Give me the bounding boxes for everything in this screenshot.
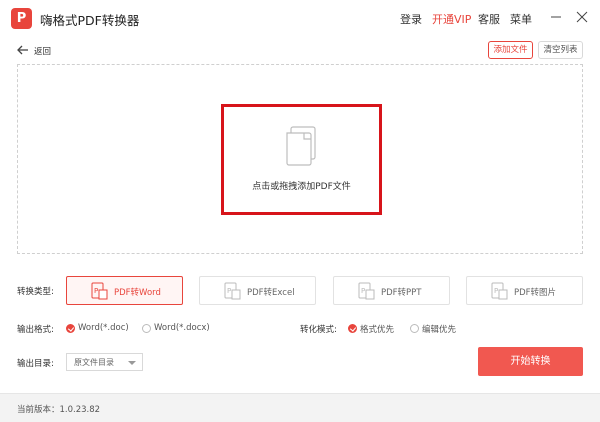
type-pdf-to-ppt[interactable]: P PDF转PPT — [333, 276, 450, 305]
pdf-to-ppt-icon: P — [358, 282, 375, 300]
svg-text:P: P — [494, 287, 498, 295]
type-pdf-to-excel[interactable]: P PDF转Excel — [199, 276, 316, 305]
customer-service-link[interactable]: 客服 — [478, 11, 500, 27]
conversion-type-label: 转换类型: — [17, 287, 54, 297]
status-bar: 当前版本：1.0.23.82 — [0, 393, 600, 422]
radio-unchecked-icon — [410, 324, 419, 333]
title-bar: P 嗨格式PDF转换器 登录 开通VIP 客服 菜单 — [0, 0, 600, 37]
menu-link[interactable]: 菜单 — [510, 11, 532, 27]
format-docx-radio[interactable]: Word(*.docx) — [142, 323, 222, 335]
dropzone-label: 点击或拖拽添加PDF文件 — [252, 182, 351, 192]
start-convert-button[interactable]: 开始转换 — [478, 347, 583, 376]
svg-text:P: P — [227, 287, 231, 295]
type-pdf-to-image[interactable]: P PDF转图片 — [466, 276, 583, 305]
arrow-left-icon — [17, 45, 28, 55]
back-label: 返回 — [34, 47, 52, 57]
pdf-to-excel-icon: P — [224, 282, 241, 300]
output-dir-select[interactable]: 原文件目录 — [66, 353, 143, 371]
pdf-to-image-icon: P — [491, 282, 508, 300]
chevron-down-icon — [128, 361, 136, 365]
login-link[interactable]: 登录 — [400, 11, 422, 27]
svg-text:P: P — [94, 287, 98, 295]
type-label: PDF转Excel — [247, 288, 295, 298]
svg-text:P: P — [361, 287, 365, 295]
mode-edit-first-radio[interactable]: 编辑优先 — [410, 323, 465, 335]
output-dir-label: 输出目录: — [17, 359, 54, 369]
app-logo: P — [11, 8, 32, 29]
radio-label: 格式优先 — [360, 325, 395, 335]
clear-list-button[interactable]: 清空列表 — [538, 41, 583, 59]
mode-format-first-radio[interactable]: 格式优先 — [348, 323, 403, 335]
type-label: PDF转Word — [114, 288, 161, 298]
radio-unchecked-icon — [142, 324, 151, 333]
pdf-to-word-icon: P — [91, 282, 108, 300]
app-title: 嗨格式PDF转换器 — [40, 13, 140, 28]
output-format-label: 输出格式: — [17, 325, 54, 335]
radio-checked-icon — [348, 324, 357, 333]
radio-label: 编辑优先 — [422, 325, 457, 335]
document-stack-icon — [286, 126, 316, 166]
close-icon[interactable] — [573, 8, 591, 26]
radio-label: Word(*.docx) — [154, 323, 210, 333]
radio-label: Word(*.doc) — [78, 323, 129, 333]
type-label: PDF转图片 — [514, 288, 557, 298]
type-pdf-to-word[interactable]: P PDF转Word — [66, 276, 183, 305]
radio-checked-icon — [66, 324, 75, 333]
app-window: P 嗨格式PDF转换器 登录 开通VIP 客服 菜单 返回 添加文件 清空列表 … — [0, 0, 600, 422]
format-doc-radio[interactable]: Word(*.doc) — [66, 323, 136, 335]
vip-link[interactable]: 开通VIP — [432, 11, 471, 27]
version-text: 当前版本：1.0.23.82 — [17, 405, 101, 415]
minimize-icon[interactable] — [547, 8, 565, 26]
add-file-button[interactable]: 添加文件 — [488, 41, 533, 59]
add-pdf-dropzone[interactable]: 点击或拖拽添加PDF文件 — [221, 104, 382, 215]
output-dir-value: 原文件目录 — [74, 358, 114, 367]
type-label: PDF转PPT — [381, 288, 422, 298]
conversion-mode-label: 转化模式: — [300, 325, 337, 335]
